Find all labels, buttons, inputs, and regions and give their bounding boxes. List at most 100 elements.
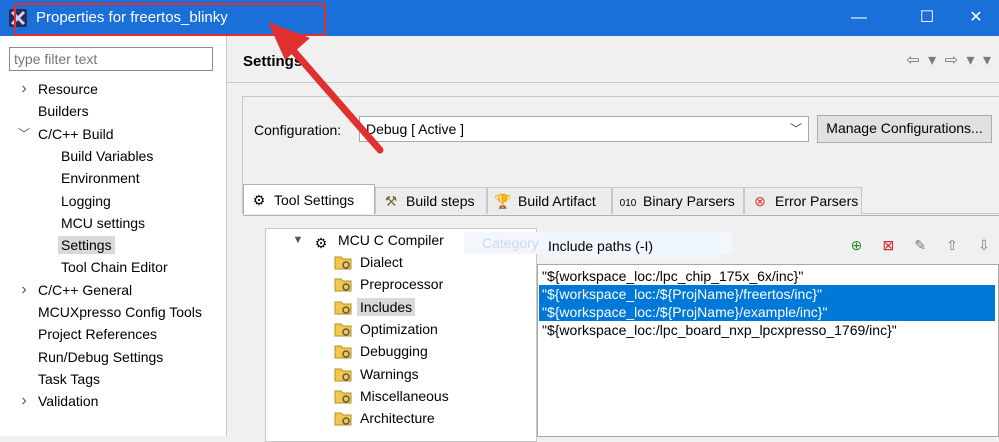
include-path-row[interactable]: "${workspace_loc:/lpc_chip_175x_6x/inc}" [542, 267, 803, 285]
tab-error-parsers[interactable]: ⊗ Error Parsers [744, 187, 862, 214]
delete-path-icon[interactable]: ⊠ [879, 236, 897, 254]
tree-item[interactable]: Task Tags [38, 368, 100, 390]
folder-settings-icon [334, 278, 352, 292]
tree-node-label: Architecture [360, 410, 435, 427]
configuration-label: Configuration: [254, 122, 342, 138]
tree-node-label: Preprocessor [360, 276, 444, 293]
chevron-right-icon[interactable]: › [16, 279, 32, 301]
include-path-row[interactable]: "${workspace_loc:/${ProjName}/example/in… [539, 303, 995, 321]
tab-build-artifact[interactable]: 🏆 Build Artifact [487, 187, 612, 214]
tree-item[interactable]: Tool Chain Editor [61, 256, 168, 278]
minimize-button[interactable]: — [836, 0, 882, 36]
title-bar: Properties for freertos_blinky — ☐ ✕ [0, 0, 999, 36]
configuration-select[interactable]: Debug [ Active ] ﹀ [359, 116, 809, 142]
trophy-icon: 🏆 [494, 193, 512, 209]
tree-node-option[interactable]: Debugging [334, 340, 428, 362]
tree-item[interactable]: Project References [38, 323, 157, 345]
folder-settings-icon [334, 345, 352, 359]
left-navigation-panel: ›ResourceBuilders﹀C/C++ BuildBuild Varia… [0, 36, 227, 436]
tree-item[interactable]: Logging [61, 190, 111, 212]
chevron-right-icon[interactable]: › [16, 78, 32, 100]
folder-settings-icon [334, 368, 352, 381]
chevron-down-icon: ▼ [292, 234, 304, 246]
tree-item-label: Validation [38, 393, 99, 410]
tree-item[interactable]: Environment [61, 167, 140, 189]
tab-build-steps[interactable]: ⚒ Build steps [375, 187, 487, 214]
move-down-icon[interactable]: ⇩ [975, 236, 993, 254]
tree-node-option[interactable]: Dialect [334, 251, 403, 273]
edit-path-icon[interactable]: ✎ [911, 236, 929, 254]
tab-binary-parsers[interactable]: 010 Binary Parsers [612, 187, 744, 214]
tree-item-label: Run/Debug Settings [38, 348, 164, 365]
move-up-icon[interactable]: ⇧ [943, 236, 961, 254]
binary-icon: 010 [619, 198, 637, 209]
tool-settings-body: ▼ ⚙ MCU C Compiler Dialect Preprocessor Inc… [243, 215, 999, 442]
tree-item[interactable]: › Resource [21, 78, 98, 100]
tree-item-label: MCU settings [61, 214, 146, 231]
include-toolbar: ⊕ ⊠ ✎ ⇧ ⇩ [837, 236, 993, 254]
add-path-icon[interactable]: ⊕ [847, 236, 865, 254]
history-nav-controls[interactable]: ⇦ ▾ ⇨ ▾ ▾ [906, 50, 993, 70]
tree-item[interactable]: Builders [38, 100, 89, 122]
tree-node-label: Includes [357, 297, 416, 316]
maximize-button[interactable]: ☐ [904, 0, 950, 36]
error-icon: ⊗ [754, 193, 766, 209]
chevron-down-icon: ﹀ [789, 122, 802, 136]
tree-item[interactable]: MCU settings [61, 212, 145, 234]
chevron-down-icon[interactable]: ﹀ [16, 123, 32, 145]
tree-node-label: Miscellaneous [360, 387, 449, 404]
folder-settings-icon [334, 390, 352, 404]
tree-item[interactable]: Run/Debug Settings [38, 346, 163, 368]
tree-item-label: MCUXpresso Config Tools [38, 304, 202, 320]
header-divider [227, 82, 999, 83]
tree-item-label: Tool Chain Editor [61, 259, 168, 276]
chevron-right-icon[interactable]: › [16, 390, 32, 412]
tree-node-label: Warnings [360, 365, 419, 382]
tree-item[interactable]: › C/C++ General [21, 279, 133, 301]
tree-node-label: Debugging [360, 343, 428, 360]
tree-item-label: C/C++ General [38, 281, 133, 298]
tree-node-option[interactable]: Warnings [334, 363, 419, 385]
tree-item[interactable]: › Validation [21, 390, 99, 412]
tree-item[interactable]: ﹀ C/C++ Build [18, 123, 114, 145]
folder-settings-icon [334, 412, 352, 426]
configuration-value: Debug [ Active ] [366, 121, 465, 137]
close-button[interactable]: ✕ [953, 0, 999, 36]
tree-item[interactable]: Settings [58, 234, 115, 256]
tree-item-label: Logging [61, 192, 111, 209]
tree-item-label: Environment [61, 170, 140, 187]
include-path-row[interactable]: "${workspace_loc:/${ProjName}/freertos/i… [539, 285, 995, 303]
tree-node-option[interactable]: Includes [334, 296, 416, 318]
tree-node-option[interactable]: Preprocessor [334, 273, 443, 295]
tree-node-label: Dialect [360, 254, 403, 270]
manage-configurations-button[interactable]: Manage Configurations... [817, 115, 992, 143]
folder-settings-icon [334, 323, 352, 337]
tree-node-option[interactable]: Optimization [334, 318, 438, 340]
tree-item-label: Task Tags [38, 370, 100, 387]
include-paths-list[interactable]: "${workspace_loc:/lpc_chip_175x_6x/inc}"… [537, 264, 999, 437]
include-paths-header: Include paths (-I) [544, 233, 721, 259]
page-title: Settings [243, 53, 303, 70]
include-path-row[interactable]: "${workspace_loc:/lpc_board_nxp_lpcxpres… [542, 321, 897, 339]
title-highlight-box [14, 3, 326, 36]
tree-item[interactable]: Build Variables [61, 145, 153, 167]
tree-item-label: Builders [38, 103, 89, 120]
tree-item-label: C/C++ Build [38, 125, 114, 142]
hammer-icon: ⚒ [384, 193, 398, 209]
folder-settings-icon [334, 301, 352, 315]
tab-tool-settings[interactable]: ⚙ Tool Settings [243, 184, 375, 214]
gear-icon: ⚙ [314, 235, 328, 251]
settings-panel: Settings ⇦ ▾ ⇨ ▾ ▾ Configuration: Debug … [227, 36, 999, 442]
folder-settings-icon [334, 256, 352, 270]
tree-item-label: Build Variables [61, 147, 154, 164]
tree-item-label: Resource [38, 81, 98, 97]
gear-icon: ⚙ [252, 192, 266, 208]
tree-node-mcu-c-compiler[interactable]: ▼ ⚙ MCU C Compiler [293, 229, 444, 251]
tree-item-label: Settings [58, 236, 115, 255]
tree-node-option[interactable]: Architecture [334, 407, 435, 429]
tree-node-label: Optimization [360, 320, 438, 337]
tree-item-label: Project References [38, 326, 158, 343]
tree-item[interactable]: MCUXpresso Config Tools [38, 301, 202, 323]
tree-node-option[interactable]: Miscellaneous [334, 385, 449, 407]
filter-input[interactable] [9, 47, 213, 71]
